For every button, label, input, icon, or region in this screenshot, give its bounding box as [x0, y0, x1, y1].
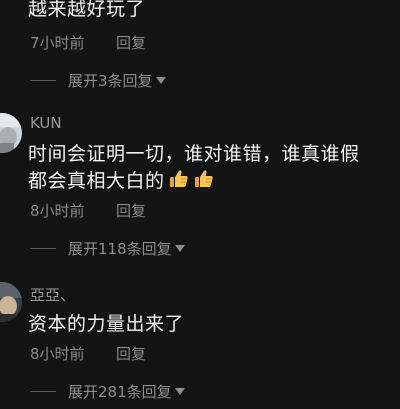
expand-replies-label: 展开3条回复 [68, 72, 153, 90]
username[interactable]: KUN [30, 114, 62, 132]
comment-text: 越来越好玩了 [28, 0, 146, 20]
expand-replies-button[interactable]: 展开3条回复 [30, 70, 166, 91]
thumbs-up-icon [193, 168, 215, 190]
chevron-down-icon [174, 245, 185, 252]
divider-line [30, 248, 56, 249]
reply-button[interactable]: 回复 [116, 200, 146, 221]
comment-timestamp: 7小时前 [30, 34, 85, 52]
comment-text-fragment: 都会真相大白的 [28, 170, 165, 192]
avatar[interactable] [0, 282, 22, 322]
expand-replies-label: 展开281条回复 [68, 383, 172, 401]
comment-text: 资本的力量出来了 [28, 313, 185, 335]
expand-replies-button[interactable]: 展开118条回复 [30, 238, 185, 259]
comment-list: 越来越好玩了 7小时前 回复 展开3条回复 KUN 时间会证明一切，谁对谁错，谁… [0, 0, 400, 409]
divider-line [30, 391, 56, 392]
avatar[interactable] [0, 113, 22, 153]
comment-timestamp: 8小时前 [30, 202, 85, 220]
reply-button[interactable]: 回复 [116, 343, 146, 364]
thumbs-up-icon [168, 168, 190, 190]
username[interactable]: 亞亞、 [30, 284, 75, 305]
divider-line [30, 80, 56, 81]
comment-text-line-2: 都会真相大白的 [28, 168, 215, 195]
chevron-down-icon [155, 77, 166, 84]
comment-timestamp: 8小时前 [30, 345, 85, 363]
chevron-down-icon [174, 388, 185, 395]
comment-text: 时间会证明一切，谁对谁错，谁真谁假 [28, 143, 360, 165]
expand-replies-label: 展开118条回复 [68, 240, 172, 258]
expand-replies-button[interactable]: 展开281条回复 [30, 381, 185, 402]
reply-button[interactable]: 回复 [116, 32, 146, 53]
